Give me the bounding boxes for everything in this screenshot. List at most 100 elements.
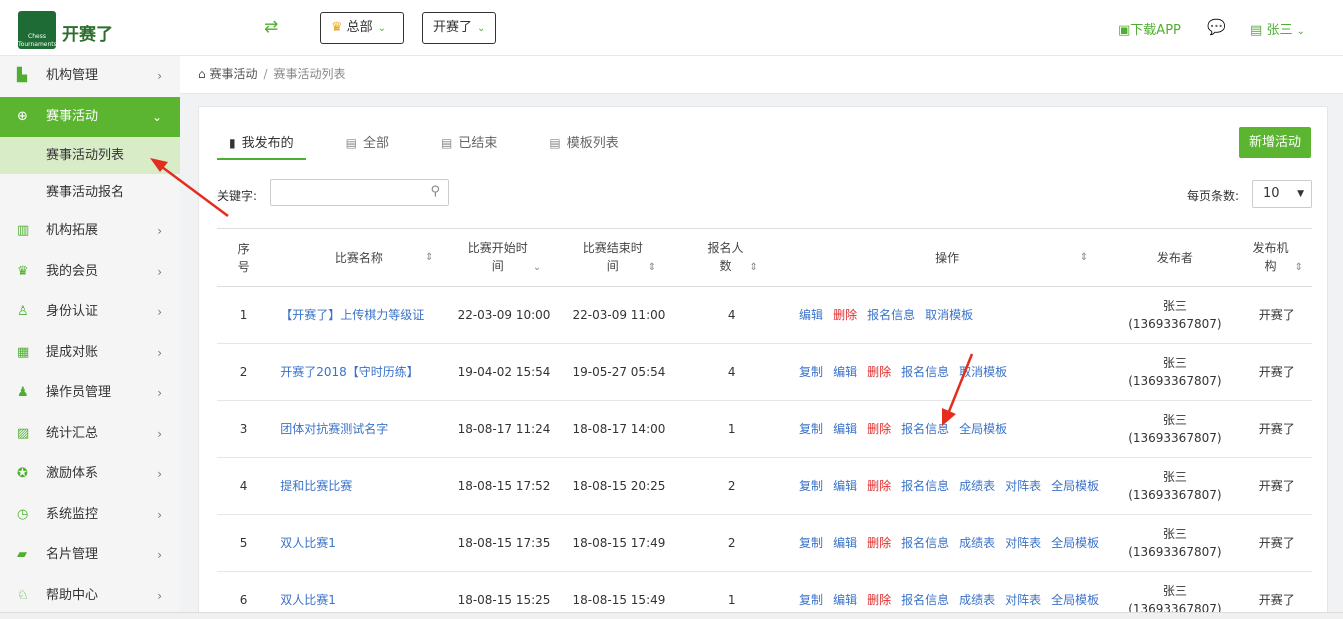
org-dropdown[interactable]: ♛ 总部 ⌄ xyxy=(320,12,404,44)
sidebar-item-cards[interactable]: ▰ 名片管理 › xyxy=(0,535,180,576)
sidebar-item-label: 系统监控 xyxy=(46,506,99,522)
action-1-link[interactable]: 编辑 xyxy=(833,593,857,607)
action-2-link[interactable]: 删除 xyxy=(867,536,891,550)
action-3-link[interactable]: 报名信息 xyxy=(901,479,949,493)
download-app-link[interactable]: ▣下载APP xyxy=(1118,19,1181,38)
tab-my-published[interactable]: ▮ 我发布的 xyxy=(217,127,306,160)
action-5-link[interactable]: 对阵表 xyxy=(1005,479,1041,493)
sort-icon[interactable]: ⇕ xyxy=(648,262,656,273)
action-2-link[interactable]: 删除 xyxy=(867,422,891,436)
action-1-link[interactable]: 删除 xyxy=(833,308,857,322)
action-4-link[interactable]: 全局模板 xyxy=(959,422,1007,436)
col-actions[interactable]: 操作 ⇕ xyxy=(786,228,1109,287)
sort-icon[interactable]: ⇕ xyxy=(1080,249,1088,267)
folder-icon: ▰ xyxy=(17,547,27,562)
sidebar-item-events[interactable]: ⊕ 赛事活动 ⌄ xyxy=(0,96,180,137)
col-org[interactable]: 发布机构 ⇕ xyxy=(1241,228,1312,287)
row-name[interactable]: 团体对抗赛测试名字 xyxy=(270,400,448,458)
col-name[interactable]: 比赛名称 ⇕ xyxy=(270,228,448,287)
sidebar-item-org[interactable]: ▙ 机构管理 › xyxy=(0,56,180,97)
row-actions: 复制 编辑 删除 报名信息 全局模板 xyxy=(786,400,1109,458)
row-no: 4 xyxy=(217,457,271,515)
action-1-link[interactable]: 编辑 xyxy=(833,536,857,550)
action-1-link[interactable]: 编辑 xyxy=(833,479,857,493)
sidebar-sub-event-list[interactable]: 赛事活动列表 xyxy=(0,137,180,174)
action-5-link[interactable]: 对阵表 xyxy=(1005,593,1041,607)
action-4-link[interactable]: 成绩表 xyxy=(959,593,995,607)
action-0-link[interactable]: 编辑 xyxy=(799,308,823,322)
sort-icon[interactable]: ⇕ xyxy=(425,249,433,267)
action-0-link[interactable]: 复制 xyxy=(799,593,823,607)
row-name[interactable]: 开赛了2018【守时历练】 xyxy=(270,343,448,401)
col-count[interactable]: 报名人数 ⇕ xyxy=(677,228,787,287)
table-row: 4 提和比赛比赛 18-08-15 17:52 18-08-15 20:25 2 复制 编辑… xyxy=(217,457,1312,515)
tab-ended[interactable]: ▤ 已结束 xyxy=(429,127,509,160)
tab-all[interactable]: ▤ 全部 xyxy=(334,127,401,160)
page-size-select[interactable]: 10 ▼ xyxy=(1252,180,1312,208)
user-name: 张三 xyxy=(1266,23,1293,38)
action-1-link[interactable]: 编辑 xyxy=(833,422,857,436)
row-name[interactable]: 提和比赛比赛 xyxy=(270,457,448,515)
col-end[interactable]: 比赛结束时间 ⇕ xyxy=(560,228,678,287)
keyword-label: 关键字: xyxy=(217,189,258,203)
action-6-link[interactable]: 全局模板 xyxy=(1051,536,1099,550)
sidebar-item-expansion[interactable]: ▥ 机构拓展 › xyxy=(0,211,180,252)
action-4-link[interactable]: 成绩表 xyxy=(959,479,995,493)
action-6-link[interactable]: 全局模板 xyxy=(1051,479,1099,493)
action-2-link[interactable]: 删除 xyxy=(867,365,891,379)
sidebar-item-members[interactable]: ♛ 我的会员 › xyxy=(0,252,180,293)
action-2-link[interactable]: 报名信息 xyxy=(867,308,915,322)
sort-icon[interactable]: ⇕ xyxy=(1295,262,1303,273)
chevron-right-icon: › xyxy=(157,467,162,481)
search-input[interactable]: ⚲ xyxy=(270,179,449,206)
swap-icon[interactable]: ⇄ xyxy=(264,17,278,37)
action-0-link[interactable]: 复制 xyxy=(799,536,823,550)
action-3-link[interactable]: 报名信息 xyxy=(901,365,949,379)
sidebar-item-identity[interactable]: ♙ 身份认证 › xyxy=(0,292,180,333)
user-menu[interactable]: ▤ 张三 ⌄ xyxy=(1250,19,1305,38)
tab-templates[interactable]: ▤ 模板列表 xyxy=(537,127,630,160)
operator-icon: ♟ xyxy=(17,385,29,400)
download-app-label: 下载APP xyxy=(1130,23,1181,38)
chat-icon[interactable]: 💬 xyxy=(1207,18,1226,36)
action-4-link[interactable]: 取消模板 xyxy=(959,365,1007,379)
sidebar-item-commission[interactable]: ▦ 提成对账 › xyxy=(0,333,180,374)
sidebar-item-incentives[interactable]: ✪ 激励体系 › xyxy=(0,454,180,495)
search-icon[interactable]: ⚲ xyxy=(430,184,440,199)
sort-icon[interactable]: ⇕ xyxy=(750,262,758,273)
events-table: 序号 比赛名称 ⇕ 比赛开始时间 ⌄ 比赛结束时间 ⇕ 报名人数 ⇕ 操作 ⇕ 发布者 发… xyxy=(217,228,1312,618)
breadcrumb-home[interactable]: 赛事活动 xyxy=(209,67,257,81)
sidebar-item-operators[interactable]: ♟ 操作员管理 › xyxy=(0,373,180,414)
action-0-link[interactable]: 复制 xyxy=(799,422,823,436)
row-name[interactable]: 双人比赛1 xyxy=(270,514,448,572)
action-3-link[interactable]: 报名信息 xyxy=(901,422,949,436)
sidebar-sub-event-signup[interactable]: 赛事活动报名 xyxy=(0,174,180,211)
action-4-link[interactable]: 成绩表 xyxy=(959,536,995,550)
col-start[interactable]: 比赛开始时间 ⌄ xyxy=(447,228,561,287)
row-end: 19-05-27 05:54 xyxy=(560,343,678,401)
app-dropdown[interactable]: 开赛了 ⌄ xyxy=(422,12,496,44)
action-3-link[interactable]: 报名信息 xyxy=(901,536,949,550)
action-6-link[interactable]: 全局模板 xyxy=(1051,593,1099,607)
sort-desc-icon[interactable]: ⌄ xyxy=(533,262,541,273)
action-3-link[interactable]: 取消模板 xyxy=(925,308,973,322)
chevron-down-icon: ⌄ xyxy=(1296,26,1305,37)
action-3-link[interactable]: 报名信息 xyxy=(901,593,949,607)
main-panel: ▮ 我发布的 ▤ 全部 ▤ 已结束 ▤ 模板列表 新增活动 关键字: ⚲ 每页条数: 1… xyxy=(198,106,1328,619)
action-0-link[interactable]: 复制 xyxy=(799,479,823,493)
action-0-link[interactable]: 复制 xyxy=(799,365,823,379)
sidebar-item-stats[interactable]: ▨ 统计汇总 › xyxy=(0,414,180,455)
sidebar-item-help[interactable]: ♘ 帮助中心 › xyxy=(0,576,180,617)
sidebar-item-label: 帮助中心 xyxy=(46,587,99,603)
row-start: 22-03-09 10:00 xyxy=(447,286,561,344)
action-5-link[interactable]: 对阵表 xyxy=(1005,536,1041,550)
row-count: 4 xyxy=(677,286,787,344)
action-2-link[interactable]: 删除 xyxy=(867,593,891,607)
col-label: 序号 xyxy=(237,241,250,274)
sidebar-item-monitor[interactable]: ◷ 系统监控 › xyxy=(0,495,180,536)
logo[interactable]: Chess Tournaments xyxy=(18,11,57,49)
row-name[interactable]: 【开赛了】上传棋力等级证 xyxy=(270,286,448,344)
add-event-button[interactable]: 新增活动 xyxy=(1239,127,1311,158)
action-1-link[interactable]: 编辑 xyxy=(833,365,857,379)
action-2-link[interactable]: 删除 xyxy=(867,479,891,493)
